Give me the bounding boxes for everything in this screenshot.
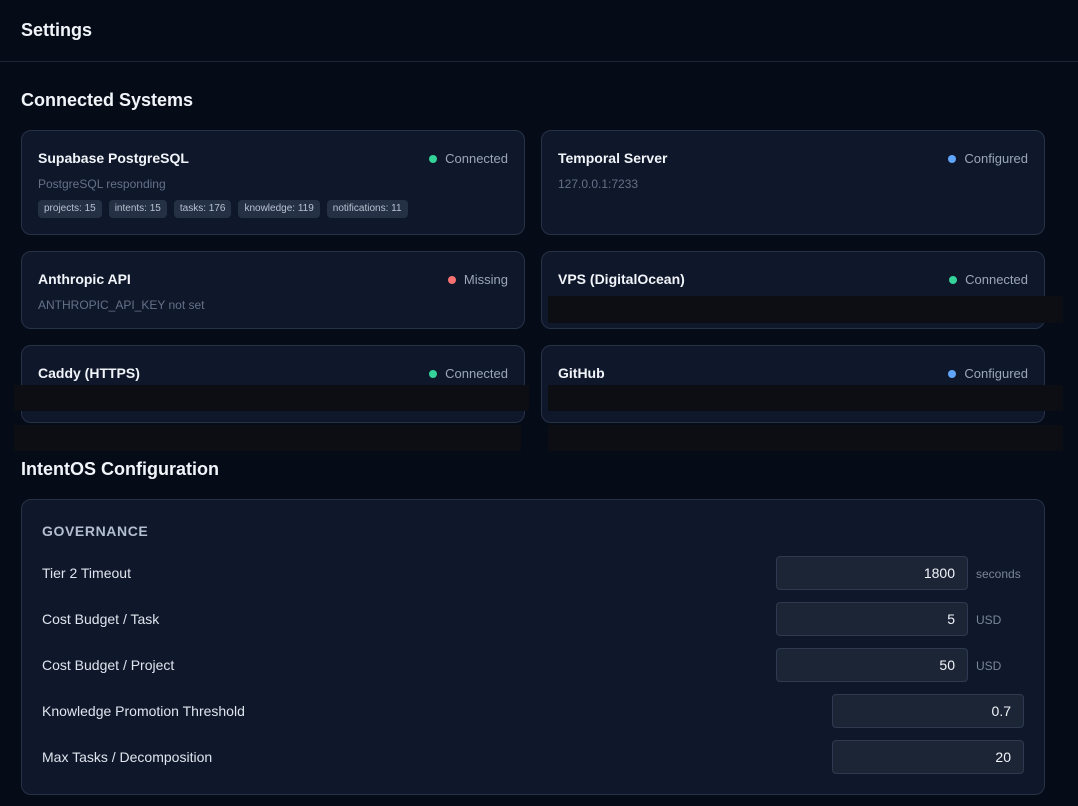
status-badge: Configured: [948, 366, 1028, 381]
card-subtitle: 127.0.0.1:7233: [558, 177, 639, 191]
system-card-anthropic[interactable]: Anthropic API Missing ANTHROPIC_API_KEY …: [21, 251, 525, 329]
system-card-temporal[interactable]: Temporal Server Configured 127.0.0.1:723…: [541, 130, 1045, 235]
count-chip: notifications: 11: [326, 200, 408, 218]
status-label: Configured: [964, 151, 1028, 166]
field-unit: seconds: [976, 567, 1021, 581]
knowledge-threshold-input[interactable]: [832, 694, 1024, 728]
card-name: VPS (DigitalOcean): [558, 271, 685, 287]
status-label: Configured: [964, 366, 1028, 381]
group-title: GOVERNANCE: [42, 523, 149, 539]
tier2-timeout-input[interactable]: [776, 556, 968, 590]
cost-budget-task-input[interactable]: [776, 602, 968, 636]
count-chip: intents: 15: [108, 200, 167, 218]
governance-panel: GOVERNANCE Tier 2 Timeout seconds Cost B…: [21, 499, 1045, 795]
status-badge: Connected: [949, 272, 1028, 287]
status-dot-icon: [447, 275, 456, 284]
status-badge: Missing: [447, 272, 508, 287]
table-counts: projects: 15 intents: 15 tasks: 176 know…: [38, 200, 408, 218]
status-dot-icon: [429, 154, 438, 163]
field-label-cost-budget-task: Cost Budget / Task: [42, 611, 160, 627]
connected-systems-title: Connected Systems: [21, 90, 194, 110]
status-label: Connected: [445, 151, 508, 166]
status-label: Connected: [445, 366, 508, 381]
field-unit: USD: [976, 613, 1002, 627]
status-badge: Connected: [429, 151, 508, 166]
status-dot-icon: [949, 275, 958, 284]
status-dot-icon: [948, 154, 957, 163]
cost-budget-project-input[interactable]: [776, 648, 968, 682]
page-title: Settings: [21, 20, 93, 40]
configuration-title: IntentOS Configuration: [21, 459, 219, 479]
card-name: Temporal Server: [558, 150, 668, 166]
card-name: Supabase PostgreSQL: [38, 150, 189, 166]
system-card-caddy[interactable]: Caddy (HTTPS) Connected: [21, 345, 525, 423]
max-tasks-input[interactable]: [832, 740, 1024, 774]
card-subtitle: PostgreSQL responding: [38, 177, 166, 191]
system-card-github[interactable]: GitHub Configured: [541, 345, 1045, 423]
status-badge: Connected: [429, 366, 508, 381]
status-dot-icon: [429, 369, 438, 378]
count-chip: knowledge: 119: [238, 200, 320, 218]
status-label: Connected: [965, 272, 1028, 287]
count-chip: tasks: 176: [173, 200, 232, 218]
status-dot-icon: [948, 369, 957, 378]
status-label: Missing: [463, 272, 508, 287]
count-chip: projects: 15: [38, 200, 102, 218]
redaction-bar: [548, 296, 1063, 323]
redaction-bar: [14, 385, 529, 411]
card-name: Anthropic API: [38, 271, 131, 287]
field-label-tier2-timeout: Tier 2 Timeout: [42, 565, 131, 581]
settings-page: Settings Connected Systems Supabase Post…: [0, 0, 1078, 806]
redaction-bar: [548, 425, 1063, 451]
field-label-cost-budget-project: Cost Budget / Project: [42, 657, 175, 673]
redaction-bar: [548, 385, 1063, 411]
field-label-max-tasks: Max Tasks / Decomposition: [42, 749, 213, 765]
field-unit: USD: [976, 659, 1002, 673]
field-label-knowledge-threshold: Knowledge Promotion Threshold: [42, 703, 245, 719]
top-bar: Settings: [0, 0, 1078, 62]
card-name: GitHub: [558, 365, 605, 381]
status-badge: Configured: [948, 151, 1028, 166]
redaction-bar: [14, 425, 521, 451]
system-card-supabase[interactable]: Supabase PostgreSQL Connected PostgreSQL…: [21, 130, 525, 235]
card-name: Caddy (HTTPS): [38, 365, 140, 381]
card-subtitle: ANTHROPIC_API_KEY not set: [38, 298, 205, 312]
